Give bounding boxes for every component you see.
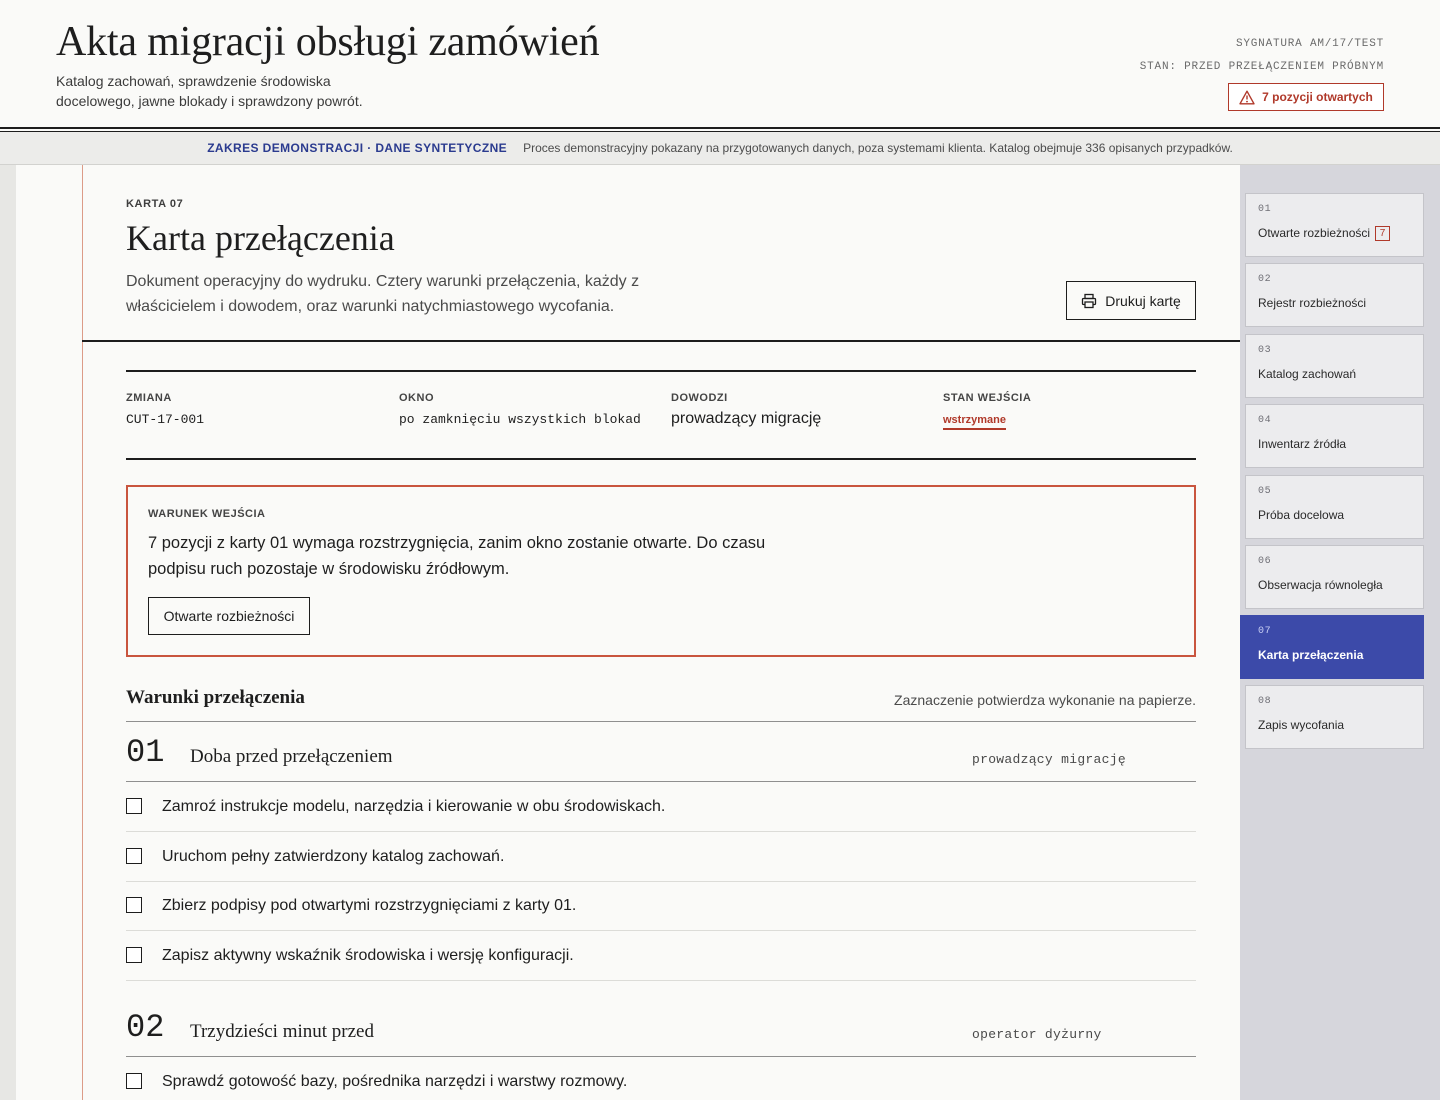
checkbox[interactable]: [126, 897, 142, 913]
warning-triangle-icon: [1239, 90, 1255, 104]
checklist-item-text: Sprawdź gotowość bazy, pośrednika narzęd…: [162, 1073, 628, 1090]
margin-rule: [82, 165, 83, 1100]
nav-item-label: Rejestr rozbieżności: [1258, 296, 1367, 310]
status-entry: STAN WEJŚCIA wstrzymane: [943, 392, 1031, 430]
nav-item-label: Inwentarz źródła: [1258, 437, 1347, 451]
nav-item-label-wrap: Otwarte rozbieżności 7: [1258, 226, 1391, 241]
entry-condition-box: WARUNEK WEJŚCIA 7 pozycji z karty 01 wym…: [126, 485, 1196, 657]
nav-item-number: 04: [1258, 415, 1272, 426]
checkbox[interactable]: [126, 798, 142, 814]
migration-state: STAN: PRZED PRZEŁĄCZENIEM PRÓBNYM: [1139, 61, 1384, 73]
step-owner: prowadzący migrację: [972, 752, 1126, 767]
cutover-card: KARTA 07 Karta przełączenia Dokument ope…: [16, 165, 1240, 1100]
printer-icon: [1082, 293, 1097, 308]
checklist-item[interactable]: Zbierz podpisy pod otwartymi rozstrzygni…: [126, 882, 1196, 931]
open-items-label: 7 pozycji otwartych: [1262, 90, 1373, 104]
card-description: Dokument operacyjny do wydruku. Cztery w…: [126, 273, 640, 315]
status-window: OKNO po zamknięciu wszystkich blokad: [399, 392, 641, 427]
page-header: Akta migracji obsługi zamówień Katalog z…: [0, 0, 1440, 127]
nav-item-label: Katalog zachowań: [1258, 367, 1357, 381]
nav-item-number: 08: [1258, 696, 1272, 707]
step-owner: operator dyżurny: [972, 1027, 1102, 1042]
open-discrepancies-button[interactable]: Otwarte rozbieżności: [148, 597, 310, 635]
step-number: 01: [126, 734, 165, 771]
step-title: Doba przed przełączeniem: [190, 746, 393, 767]
checklist-item-text: Uruchom pełny zatwierdzony katalog zacho…: [162, 848, 505, 865]
nav-item-label: Obserwacja równoległa: [1258, 578, 1383, 592]
nav-item-label: Karta przełączenia: [1258, 648, 1364, 662]
checkbox[interactable]: [126, 1073, 142, 1089]
status-window-label: OKNO: [399, 392, 434, 404]
app-title: Akta migracji obsługi zamówień: [56, 19, 600, 65]
step-number: 02: [126, 1009, 165, 1046]
demo-scope-banner: ZAKRES DEMONSTRACJI · DANE SYNTETYCZNE P…: [0, 132, 1440, 165]
checklist-item[interactable]: Sprawdź gotowość bazy, pośrednika narzęd…: [126, 1058, 1196, 1100]
nav-item-label: Zapis wycofania: [1258, 718, 1345, 732]
print-card-button[interactable]: Drukuj kartę: [1066, 281, 1196, 320]
checkbox[interactable]: [126, 947, 142, 963]
step-title: Trzydzieści minut przed: [190, 1021, 374, 1042]
print-card-label: Drukuj kartę: [1105, 292, 1181, 309]
nav-item-number: 05: [1258, 486, 1272, 497]
status-entry-badge: wstrzymane: [943, 414, 1006, 430]
checklist-item[interactable]: Zapisz aktywny wskaźnik środowiska i wer…: [126, 932, 1196, 981]
conditions-title: Warunki przełączenia: [126, 687, 305, 708]
nav-item-label: Próba docelowa: [1258, 508, 1345, 522]
open-items-button[interactable]: 7 pozycji otwartych: [1228, 83, 1384, 111]
nav-item-number: 07: [1258, 626, 1272, 637]
section-navigation: 01 Otwarte rozbieżności 7 02 Rejestr rozb…: [1240, 165, 1440, 1100]
cutover-status-grid: ZMIANA CUT-17-001 OKNO po zamknięciu wsz…: [126, 370, 1196, 460]
status-lead-value: prowadzący migrację: [671, 410, 822, 427]
checklist-item[interactable]: Zamroź instrukcje modelu, narzędzia i ki…: [126, 783, 1196, 832]
status-lead: DOWODZI prowadzący migrację: [671, 392, 821, 428]
checkbox[interactable]: [126, 848, 142, 864]
card-title: Karta przełączenia: [126, 218, 395, 258]
conditions-note: Zaznaczenie potwierdza wykonanie na papi…: [894, 692, 1196, 708]
nav-item-discrepancy-register[interactable]: 02 Rejestr rozbieżności: [1245, 263, 1424, 327]
signature-code: SYGNATURA AM/17/TEST: [1235, 38, 1384, 50]
entry-condition-label: WARUNEK WEJŚCIA: [148, 508, 266, 520]
app-subtitle: Katalog zachowań, sprawdzenie środowiska…: [56, 73, 363, 109]
nav-item-label: Otwarte rozbieżności: [1258, 226, 1371, 240]
checklist-item-text: Zapisz aktywny wskaźnik środowiska i wer…: [162, 947, 574, 964]
nav-item-cutover-card[interactable]: 07 Karta przełączenia: [1240, 615, 1424, 679]
status-lead-label: DOWODZI: [671, 392, 728, 404]
card-header-rule: [82, 340, 1240, 342]
nav-item-parallel-observation[interactable]: 06 Obserwacja równoległa: [1245, 545, 1424, 609]
status-change: ZMIANA CUT-17-001: [126, 392, 204, 427]
step-header: 01 Doba przed przełączeniem prowadzący m…: [126, 722, 1196, 782]
nav-item-open-discrepancies[interactable]: 01 Otwarte rozbieżności 7: [1245, 193, 1424, 257]
checklist-item-text: Zbierz podpisy pod otwartymi rozstrzygni…: [162, 897, 577, 914]
checklist-item-text: Zamroź instrukcje modelu, narzędzia i ki…: [162, 798, 666, 815]
card-kicker: KARTA 07: [126, 198, 184, 210]
banner-label: ZAKRES DEMONSTRACJI · DANE SYNTETYCZNE: [207, 141, 508, 155]
status-change-label: ZMIANA: [126, 392, 172, 404]
nav-item-source-inventory[interactable]: 04 Inwentarz źródła: [1245, 404, 1424, 468]
nav-item-number: 03: [1258, 345, 1272, 356]
nav-item-target-trial[interactable]: 05 Próba docelowa: [1245, 475, 1424, 539]
nav-item-number: 01: [1258, 204, 1272, 215]
status-window-value: po zamknięciu wszystkich blokad: [399, 412, 641, 427]
nav-item-number: 06: [1258, 556, 1272, 567]
banner-text: Proces demonstracyjny pokazany na przygo…: [523, 141, 1233, 155]
nav-item-behavior-catalog[interactable]: 03 Katalog zachowań: [1245, 334, 1424, 398]
entry-condition-text: 7 pozycji z karty 01 wymaga rozstrzygnię…: [148, 534, 766, 578]
status-change-value: CUT-17-001: [126, 412, 205, 427]
open-count-badge: 7: [1375, 226, 1391, 241]
step-header: 02 Trzydzieści minut przed operator dyżu…: [126, 997, 1196, 1057]
status-entry-label: STAN WEJŚCIA: [943, 392, 1032, 404]
nav-item-rollback-record[interactable]: 08 Zapis wycofania: [1245, 685, 1424, 749]
checklist-item[interactable]: Uruchom pełny zatwierdzony katalog zacho…: [126, 833, 1196, 882]
nav-item-number: 02: [1258, 274, 1272, 285]
